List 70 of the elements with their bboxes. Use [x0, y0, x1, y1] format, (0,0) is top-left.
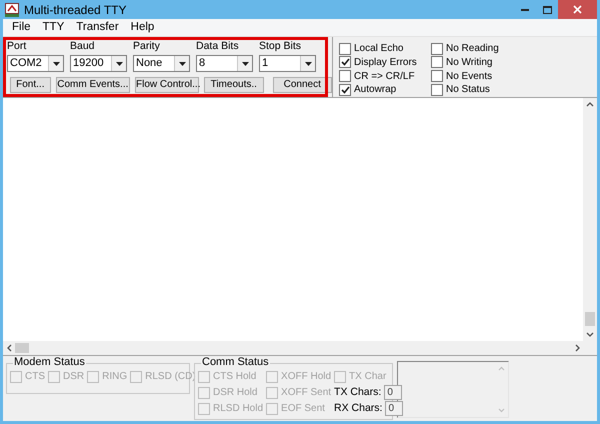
dropdown[interactable]: None: [133, 55, 190, 72]
dropdown-arrow-icon: [304, 62, 312, 66]
app-icon: [5, 2, 19, 16]
field-label: Data Bits: [196, 40, 240, 53]
dropdown[interactable]: 19200: [70, 55, 127, 72]
checkbox-label: EOF Sent: [281, 402, 325, 416]
menu-item[interactable]: Transfer: [70, 18, 125, 36]
check-icon: [340, 58, 350, 66]
dropdown[interactable]: 1: [259, 55, 316, 72]
checkbox[interactable]: [339, 42, 351, 54]
dropdown-arrow-icon: [52, 62, 60, 66]
checkbox-label: RING: [102, 370, 128, 384]
push-button[interactable]: Flow Control...: [135, 77, 200, 93]
checkbox-label: XOFF Sent: [281, 386, 332, 400]
counter-field: 0: [384, 385, 402, 400]
checkbox-label: No Reading: [446, 42, 499, 56]
checkbox-label: Display Errors: [354, 56, 417, 70]
menu-item[interactable]: Help: [124, 18, 160, 36]
checkbox-label: Autowrap: [354, 83, 396, 98]
scroll-thumb[interactable]: [15, 343, 29, 353]
vertical-scrollbar[interactable]: [583, 98, 597, 341]
checkbox[interactable]: [430, 56, 443, 68]
checkbox-label: CTS Hold: [213, 370, 256, 384]
counter-label: RX Chars:: [334, 400, 382, 416]
checkbox-label: CR => CR/LF: [354, 70, 415, 84]
checkbox[interactable]: [430, 42, 443, 54]
scroll-up-icon[interactable]: [586, 101, 594, 107]
dropdown[interactable]: 8: [196, 55, 253, 72]
checkbox-label: XOFF Hold: [281, 370, 332, 384]
scroll-down-icon[interactable]: [586, 332, 594, 338]
window-title: Multi-threaded TTY: [24, 2, 126, 18]
close-icon: [573, 5, 582, 14]
checkbox-label: No Events: [446, 70, 492, 84]
checkbox[interactable]: [339, 70, 351, 82]
checkbox[interactable]: [339, 56, 351, 68]
checkbox[interactable]: [339, 84, 351, 96]
checkbox[interactable]: [430, 70, 443, 82]
minimize-icon: [521, 8, 529, 10]
maximize-icon: [542, 6, 552, 14]
horizontal-scrollbar[interactable]: [3, 341, 597, 355]
menu-item[interactable]: File: [6, 18, 37, 36]
checkbox-label: TX Char: [349, 370, 386, 384]
dropdown-arrow-icon: [242, 62, 248, 66]
checkbox[interactable]: [430, 84, 443, 96]
push-button[interactable]: Timeouts..: [204, 77, 264, 93]
field-label: Parity: [133, 40, 161, 53]
check-icon: [340, 86, 350, 94]
close-button[interactable]: [558, 0, 597, 19]
menu-item[interactable]: TTY: [36, 18, 70, 36]
field-label: Baud: [70, 40, 96, 53]
push-button[interactable]: Font...: [10, 77, 51, 93]
counter-label: TX Chars:: [334, 384, 382, 400]
checkbox-label: RLSD Hold: [213, 402, 264, 416]
scroll-left-icon[interactable]: [6, 344, 12, 352]
scroll-right-icon[interactable]: [575, 344, 581, 352]
checkbox-label: Local Echo: [354, 42, 404, 56]
scroll-thumb[interactable]: [585, 312, 595, 326]
field-label: Port: [7, 40, 28, 53]
dropdown[interactable]: COM2: [7, 55, 64, 72]
checkbox-label: CTS: [25, 370, 45, 384]
checkbox-label: DSR: [63, 370, 84, 384]
checkbox-label: No Writing: [446, 56, 492, 70]
counter-field: 0: [385, 401, 404, 416]
field-label: Stop Bits: [259, 40, 302, 53]
push-button[interactable]: Connect: [272, 77, 332, 93]
checkbox-label: DSR Hold: [213, 386, 258, 400]
checkbox-label: No Status: [446, 83, 490, 98]
dropdown-arrow-icon: [116, 62, 122, 66]
dropdown-arrow-icon: [178, 62, 186, 66]
push-button[interactable]: Comm Events...: [56, 77, 130, 93]
